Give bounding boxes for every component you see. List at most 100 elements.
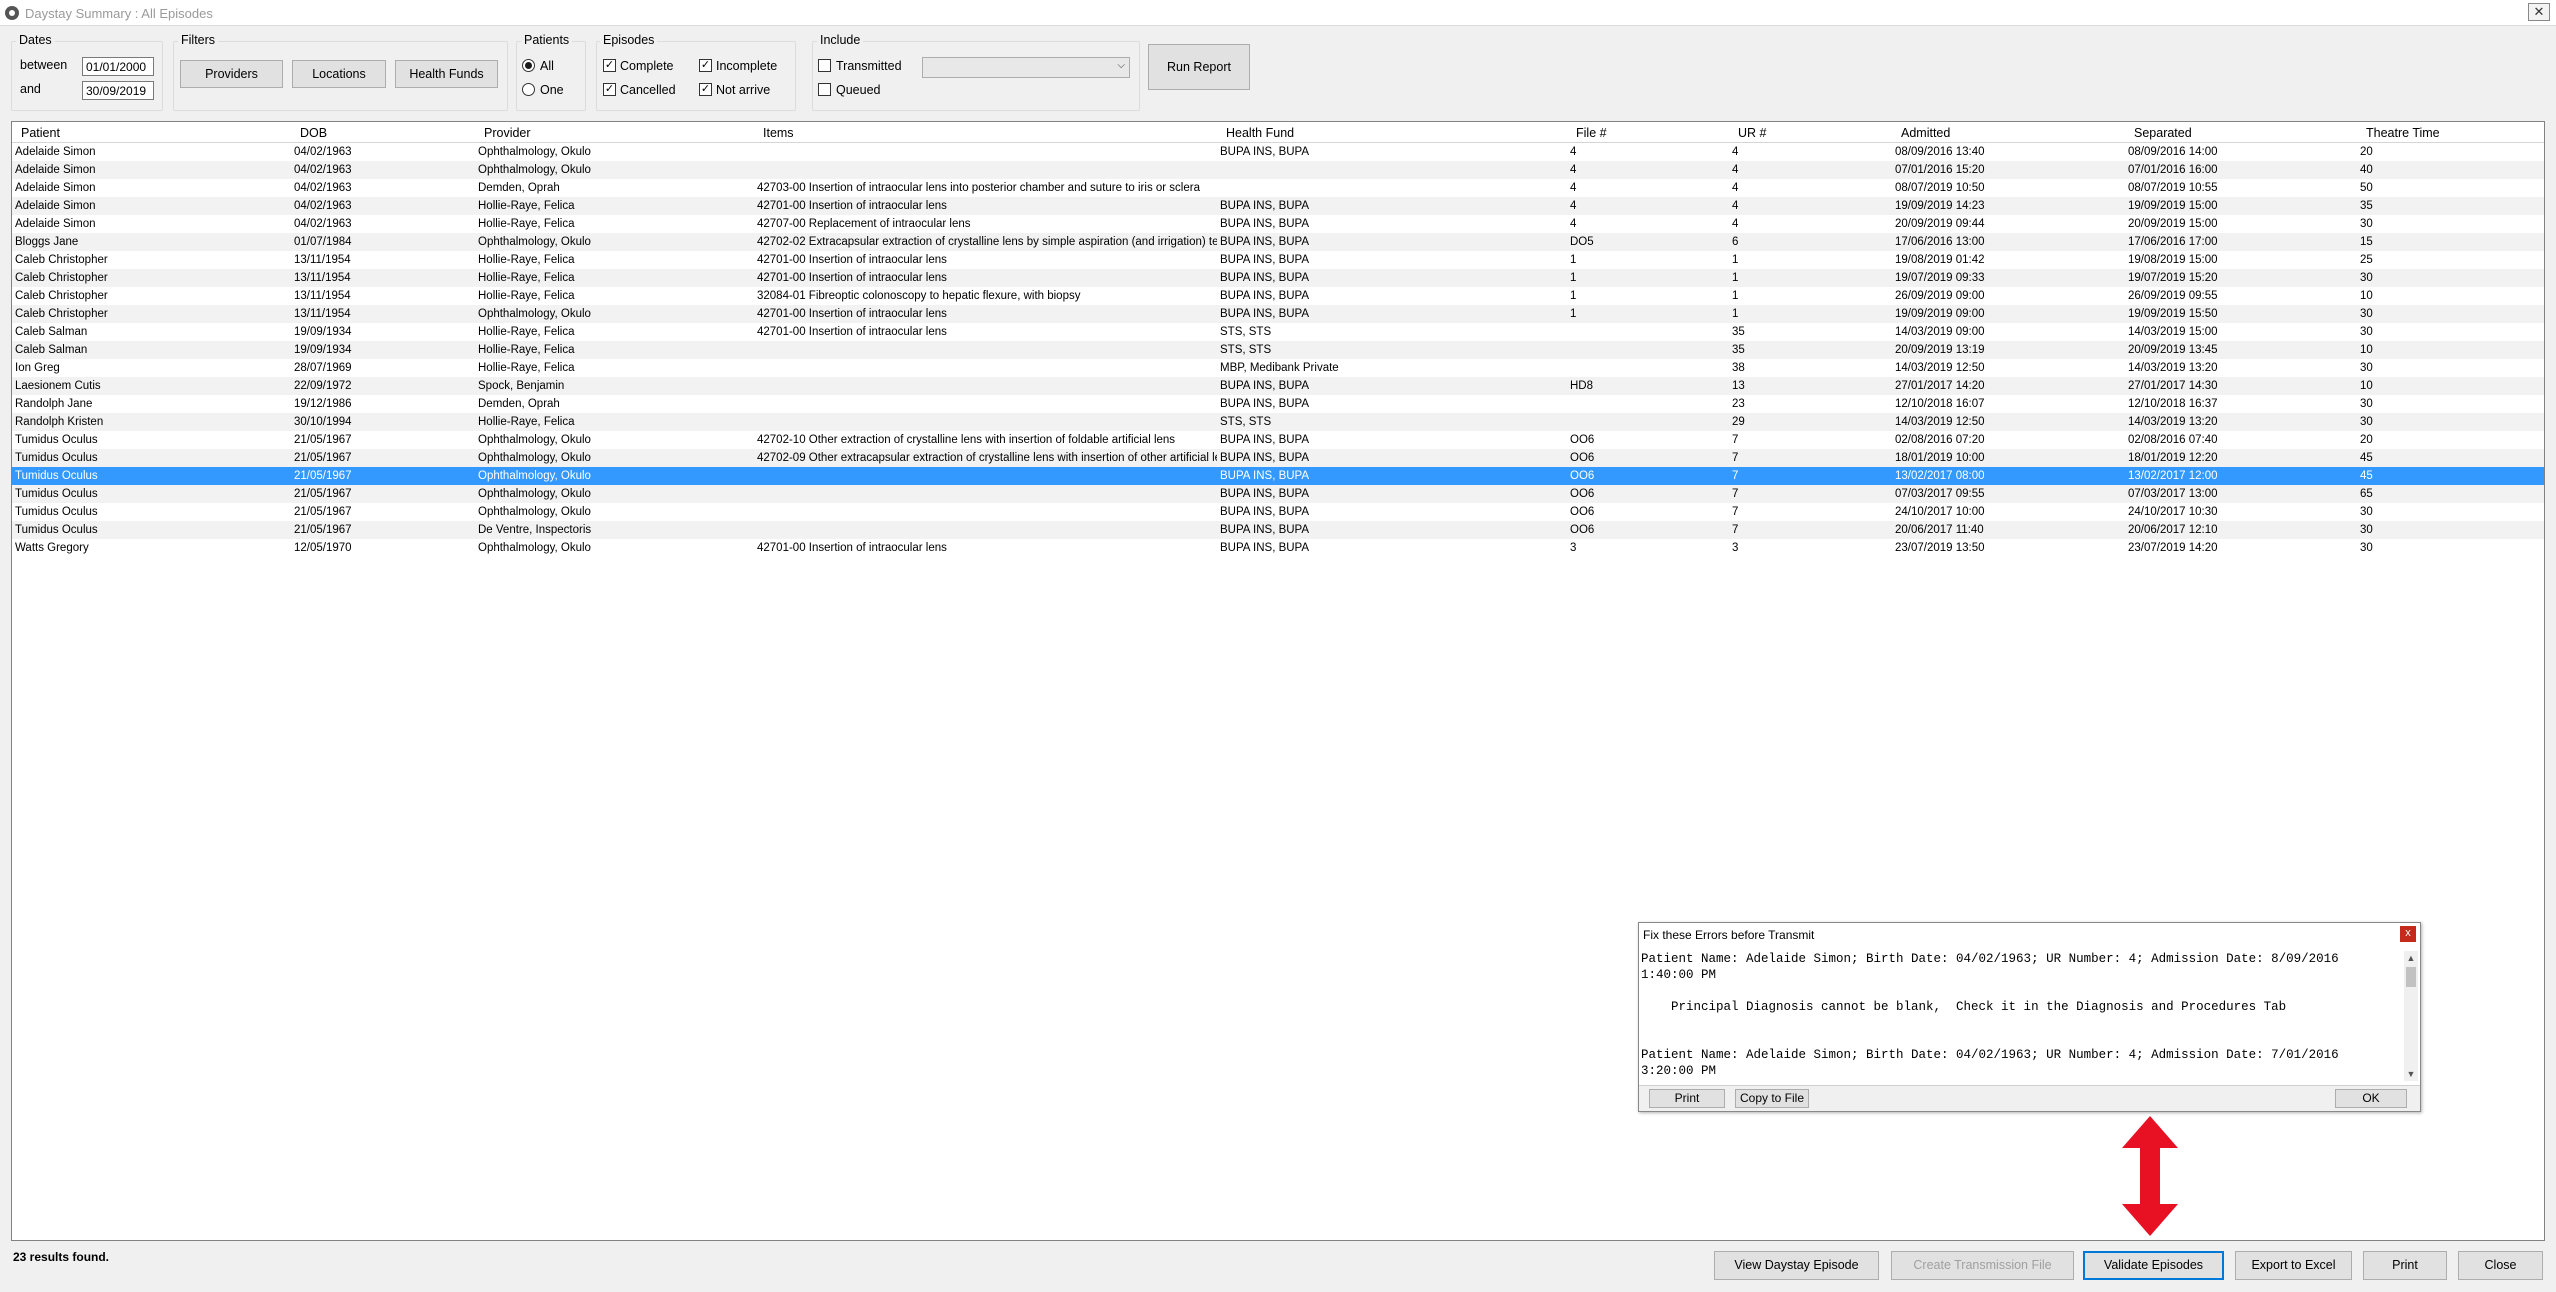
cell-patient: Tumidus Oculus: [15, 470, 98, 482]
dialog-footer: Print Copy to File OK: [1639, 1085, 2420, 1111]
include-dropdown[interactable]: ⌵: [922, 57, 1130, 78]
table-row[interactable]: Tumidus Oculus 21/05/1967 De Ventre, Inspe…: [12, 521, 2544, 539]
cell-separated: 02/08/2016 07:40: [2128, 434, 2218, 446]
transmitted-label[interactable]: Transmitted: [836, 59, 902, 73]
cell-admitted: 20/09/2019 13:19: [1895, 344, 1985, 356]
col-header-ur[interactable]: UR #: [1738, 126, 1766, 140]
table-row[interactable]: Tumidus Oculus 21/05/1967 Ophthalmology, O…: [12, 503, 2544, 521]
table-row[interactable]: Tumidus Oculus 21/05/1967 Ophthalmology, O…: [12, 485, 2544, 503]
cell-health-fund: BUPA INS, BUPA: [1220, 506, 1310, 518]
cell-theatre-time: 30: [2360, 272, 2373, 284]
col-header-dob[interactable]: DOB: [300, 126, 327, 140]
grid-header: Patient DOB Provider Items Health Fund F…: [12, 122, 2544, 143]
cell-provider: Hollie-Raye, Felica: [478, 416, 575, 428]
app-icon[interactable]: [5, 6, 19, 20]
cell-provider: Demden, Oprah: [478, 398, 560, 410]
cell-separated: 08/09/2016 14:00: [2128, 146, 2218, 158]
cell-patient: Tumidus Oculus: [15, 452, 98, 464]
view-daystay-episode-button[interactable]: View Daystay Episode: [1714, 1251, 1879, 1280]
cell-patient: Adelaide Simon: [15, 164, 96, 176]
scroll-up-icon[interactable]: ▲: [2404, 951, 2418, 965]
transmitted-checkbox[interactable]: [818, 59, 831, 72]
validate-episodes-button[interactable]: Validate Episodes: [2083, 1251, 2224, 1280]
date-from-field[interactable]: 01/01/2000: [82, 57, 154, 76]
table-row[interactable]: Caleb Christopher 13/11/1954 Hollie-Raye, …: [12, 269, 2544, 287]
patients-one-label[interactable]: One: [540, 83, 564, 97]
dialog-scrollbar[interactable]: ▲ ▼: [2404, 951, 2418, 1081]
cell-patient: Tumidus Oculus: [15, 434, 98, 446]
table-row[interactable]: Caleb Christopher 13/11/1954 Ophthalmology…: [12, 305, 2544, 323]
cancelled-checkbox[interactable]: ✓: [603, 83, 616, 96]
cell-ur: 35: [1732, 344, 1745, 356]
incomplete-label[interactable]: Incomplete: [716, 59, 777, 73]
complete-checkbox[interactable]: ✓: [603, 59, 616, 72]
grid-body: Adelaide Simon 04/02/1963 Ophthalmology, O…: [12, 143, 2544, 557]
queued-label[interactable]: Queued: [836, 83, 880, 97]
patients-all-radio[interactable]: [522, 59, 535, 72]
not-arrive-label[interactable]: Not arrive: [716, 83, 770, 97]
not-arrive-checkbox[interactable]: ✓: [699, 83, 712, 96]
table-row[interactable]: Caleb Christopher 13/11/1954 Hollie-Raye, …: [12, 251, 2544, 269]
table-row[interactable]: Adelaide Simon 04/02/1963 Ophthalmology, O…: [12, 161, 2544, 179]
table-row[interactable]: Caleb Salman 19/09/1934 Hollie-Raye, Felic…: [12, 341, 2544, 359]
dialog-error-text[interactable]: Patient Name: Adelaide Simon; Birth Date…: [1641, 951, 2401, 1081]
table-row[interactable]: Adelaide Simon 04/02/1963 Demden, Oprah 427…: [12, 179, 2544, 197]
patients-all-label[interactable]: All: [540, 59, 554, 73]
table-row[interactable]: Ion Greg 28/07/1969 Hollie-Raye, Felica MBP…: [12, 359, 2544, 377]
col-header-file[interactable]: File #: [1576, 126, 1607, 140]
cell-ur: 1: [1732, 254, 1739, 266]
health-funds-button[interactable]: Health Funds: [395, 60, 498, 88]
locations-button[interactable]: Locations: [292, 60, 386, 88]
run-report-button[interactable]: Run Report: [1148, 44, 1250, 90]
table-row[interactable]: Tumidus Oculus 21/05/1967 Ophthalmology, O…: [12, 431, 2544, 449]
scroll-thumb[interactable]: [2406, 967, 2416, 987]
table-row[interactable]: Tumidus Oculus 21/05/1967 Ophthalmology, O…: [12, 467, 2544, 485]
scroll-down-icon[interactable]: ▼: [2404, 1067, 2418, 1081]
col-header-admitted[interactable]: Admitted: [1901, 126, 1950, 140]
table-row[interactable]: Laesionem Cutis 22/09/1972 Spock, Benjamin…: [12, 377, 2544, 395]
cell-patient: Tumidus Oculus: [15, 524, 98, 536]
cancelled-label[interactable]: Cancelled: [620, 83, 676, 97]
col-header-provider[interactable]: Provider: [484, 126, 531, 140]
create-transmission-file-button[interactable]: Create Transmission File: [1891, 1251, 2074, 1280]
patients-one-radio[interactable]: [522, 83, 535, 96]
dialog-copy-to-file-button[interactable]: Copy to File: [1735, 1089, 1809, 1108]
cell-items: 42701-00 Insertion of intraocular lens: [757, 542, 947, 554]
close-button[interactable]: Close: [2458, 1251, 2543, 1280]
cell-theatre-time: 20: [2360, 146, 2373, 158]
cell-admitted: 13/02/2017 08:00: [1895, 470, 1985, 482]
cell-ur: 38: [1732, 362, 1745, 374]
window-close-button[interactable]: ✕: [2528, 3, 2550, 21]
dialog-ok-button[interactable]: OK: [2335, 1089, 2407, 1108]
dialog-close-button[interactable]: x: [2400, 926, 2416, 942]
queued-checkbox[interactable]: [818, 83, 831, 96]
export-to-excel-button[interactable]: Export to Excel: [2235, 1251, 2352, 1280]
cell-separated: 14/03/2019 15:00: [2128, 326, 2218, 338]
table-row[interactable]: Watts Gregory 12/05/1970 Ophthalmology, Ok…: [12, 539, 2544, 557]
providers-button[interactable]: Providers: [180, 60, 283, 88]
table-row[interactable]: Adelaide Simon 04/02/1963 Hollie-Raye, Fel…: [12, 215, 2544, 233]
cell-separated: 14/03/2019 13:20: [2128, 416, 2218, 428]
validation-errors-dialog: Fix these Errors before Transmit x Patie…: [1638, 922, 2421, 1112]
table-row[interactable]: Bloggs Jane 01/07/1984 Ophthalmology, Okul…: [12, 233, 2544, 251]
col-header-separated[interactable]: Separated: [2134, 126, 2192, 140]
table-row[interactable]: Caleb Salman 19/09/1934 Hollie-Raye, Felic…: [12, 323, 2544, 341]
print-button[interactable]: Print: [2363, 1251, 2447, 1280]
complete-label[interactable]: Complete: [620, 59, 674, 73]
table-row[interactable]: Adelaide Simon 04/02/1963 Ophthalmology, O…: [12, 143, 2544, 161]
table-row[interactable]: Adelaide Simon 04/02/1963 Hollie-Raye, Fel…: [12, 197, 2544, 215]
table-row[interactable]: Caleb Christopher 13/11/1954 Hollie-Raye, …: [12, 287, 2544, 305]
col-header-items[interactable]: Items: [763, 126, 794, 140]
cell-file: OO6: [1570, 434, 1595, 446]
col-header-patient[interactable]: Patient: [21, 126, 60, 140]
table-row[interactable]: Randolph Kristen 30/10/1994 Hollie-Raye, F…: [12, 413, 2544, 431]
cell-provider: Hollie-Raye, Felica: [478, 254, 575, 266]
cell-admitted: 17/06/2016 13:00: [1895, 236, 1985, 248]
col-header-theatre-time[interactable]: Theatre Time: [2366, 126, 2440, 140]
col-header-health-fund[interactable]: Health Fund: [1226, 126, 1294, 140]
dialog-print-button[interactable]: Print: [1649, 1089, 1725, 1108]
table-row[interactable]: Tumidus Oculus 21/05/1967 Ophthalmology, O…: [12, 449, 2544, 467]
incomplete-checkbox[interactable]: ✓: [699, 59, 712, 72]
table-row[interactable]: Randolph Jane 19/12/1986 Demden, Oprah BUPA…: [12, 395, 2544, 413]
date-to-field[interactable]: 30/09/2019: [82, 81, 154, 100]
